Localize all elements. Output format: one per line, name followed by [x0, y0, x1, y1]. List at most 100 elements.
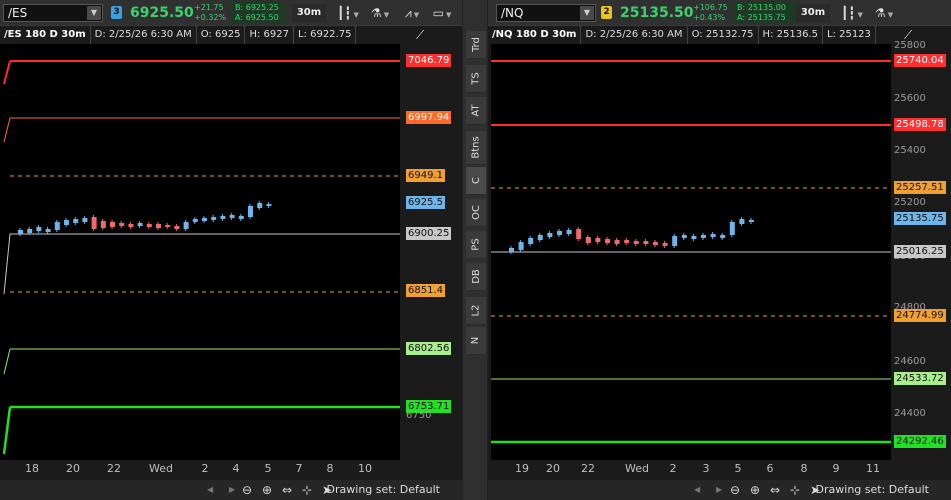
x-tick: 19: [515, 462, 529, 475]
es-last-price: 6925.50: [130, 5, 194, 21]
tab-label: L2: [470, 304, 482, 317]
zoom-out-icon[interactable]: ⊖: [730, 480, 740, 500]
candle-style-icon[interactable]: ┃┇ ▼: [334, 4, 362, 22]
es-bid: B: 6925.25: [235, 3, 279, 12]
zoom-out-icon[interactable]: ⊖: [242, 480, 252, 500]
candle-body: [18, 230, 23, 234]
candle-body: [192, 219, 198, 222]
candle-body: [82, 218, 88, 222]
nq-bottom-bar: ◀ ▶ ⊖ ⊕ ⇔ ⊹ ➤ Drawing set: Default: [488, 480, 951, 500]
side-tab-strip: Trd TS AT Btns C OC PS DB L2 N: [462, 0, 488, 500]
nq-plot-area[interactable]: [491, 44, 891, 460]
settings-icon[interactable]: ▭ ▼: [428, 4, 456, 22]
candle-body: [128, 224, 134, 227]
x-tick: 2: [669, 462, 677, 475]
tab-label: DB: [470, 269, 482, 284]
tab-buttons[interactable]: Btns: [466, 131, 486, 165]
es-plot-area[interactable]: [0, 44, 400, 460]
nq-change: +106.75 +0.43%: [693, 3, 728, 23]
scroll-right-icon[interactable]: ▶: [229, 480, 235, 500]
tab-time-sales[interactable]: TS: [466, 65, 486, 93]
crosshair-icon[interactable]: ⊹: [790, 480, 800, 500]
es-bar-high: H: 6927: [245, 26, 294, 44]
drawings-icon[interactable]: ⩘ ▼: [398, 4, 426, 22]
tab-product-depth[interactable]: PS: [466, 231, 486, 259]
chevron-down-icon[interactable]: ▼: [580, 6, 594, 20]
nq-toolbar: /NQ ▼ 2 25135.50 +106.75 +0.43% B: 25135…: [488, 0, 951, 26]
projection-line: [2, 406, 12, 455]
candle-body: [662, 243, 668, 246]
nq-level-tag: 25257.51: [894, 181, 946, 194]
nq-last-price: 25135.50: [620, 5, 694, 21]
es-aggregation-button[interactable]: 30m: [292, 4, 326, 22]
es-bid-ask: B: 6925.25 A: 6925.50: [232, 2, 286, 24]
candle-body: [229, 215, 235, 218]
candle-body: [518, 242, 524, 250]
tab-news[interactable]: N: [466, 327, 486, 355]
tab-active-trader[interactable]: AT: [466, 97, 486, 125]
scroll-left-icon[interactable]: ◀: [694, 480, 700, 500]
es-symbol-selector[interactable]: /ES ▼: [3, 4, 103, 22]
zoom-in-icon[interactable]: ⊕: [262, 480, 272, 500]
es-trendline-icon[interactable]: ⟋: [406, 26, 434, 44]
tab-dashboard[interactable]: DB: [466, 263, 486, 291]
nq-level-tag: 24774.99: [894, 309, 946, 322]
tab-label: OC: [470, 205, 482, 220]
candle-body: [238, 216, 244, 219]
tab-chart[interactable]: C: [466, 167, 486, 195]
pan-icon[interactable]: ⇔: [282, 480, 292, 500]
candle-body: [710, 234, 716, 237]
x-tick: 7: [295, 462, 303, 475]
studies-flask-icon[interactable]: ⚗ ▼: [870, 4, 898, 22]
crosshair-icon[interactable]: ⊹: [302, 480, 312, 500]
candle-body: [27, 229, 33, 233]
x-tick: 8: [800, 462, 808, 475]
x-tick: 20: [66, 462, 80, 475]
nq-link-badge[interactable]: 2: [601, 6, 612, 19]
es-level-tag: 6851.4: [406, 284, 445, 297]
es-bar-open: O: 6925: [197, 26, 246, 44]
candle-body: [54, 222, 60, 230]
tab-level2[interactable]: L2: [466, 297, 486, 325]
studies-flask-icon[interactable]: ⚗ ▼: [366, 4, 394, 22]
candle-body: [266, 204, 272, 206]
nq-symbol-selector[interactable]: /NQ ▼: [496, 4, 596, 22]
candle-body: [211, 217, 217, 220]
es-link-badge[interactable]: 3: [111, 6, 122, 19]
es-level-tag: 6802.56: [406, 342, 452, 355]
candle-body: [643, 241, 649, 244]
nq-aggregation-button[interactable]: 30m: [796, 4, 830, 22]
tab-label: PS: [470, 238, 482, 251]
candle-body: [605, 239, 610, 243]
nq-bar-high: H: 25136.5: [759, 26, 823, 44]
es-symbol: /ES: [8, 6, 28, 20]
candle-body: [509, 248, 514, 252]
nq-last-price-tag: 25135.75: [894, 212, 946, 225]
es-price-axis-label: 6750: [406, 410, 432, 421]
tab-trade[interactable]: Trd: [466, 31, 486, 59]
nq-level-tag: 25016.25: [894, 245, 946, 258]
candle-body: [220, 216, 226, 219]
tab-label: AT: [470, 104, 482, 117]
scroll-right-icon[interactable]: ▶: [716, 480, 722, 500]
nq-drawing-set[interactable]: Drawing set: Default: [816, 480, 929, 500]
chevron-down-icon[interactable]: ▼: [87, 6, 101, 20]
candle-body: [137, 223, 143, 226]
x-tick: 18: [25, 462, 39, 475]
pan-icon[interactable]: ⇔: [770, 480, 780, 500]
es-level-tag: 6997.94: [406, 111, 452, 124]
candle-style-icon[interactable]: ┃┇ ▼: [838, 4, 866, 22]
tab-option-chain[interactable]: OC: [466, 199, 486, 227]
es-candles: [2, 60, 400, 455]
es-level-tag: 7046.79: [406, 54, 452, 67]
scroll-left-icon[interactable]: ◀: [207, 480, 213, 500]
es-change: +21.75 +0.32%: [194, 3, 226, 23]
candle-body: [119, 223, 125, 226]
es-drawing-set[interactable]: Drawing set: Default: [327, 480, 440, 500]
candle-body: [633, 241, 639, 244]
candle-body: [45, 229, 51, 232]
candle-body: [165, 225, 171, 227]
es-chart-header: /ES 180 D 30m D: 2/25/26 6:30 AM O: 6925 H:…: [0, 26, 357, 44]
nq-bar-low: L: 25123: [823, 26, 876, 44]
zoom-in-icon[interactable]: ⊕: [750, 480, 760, 500]
